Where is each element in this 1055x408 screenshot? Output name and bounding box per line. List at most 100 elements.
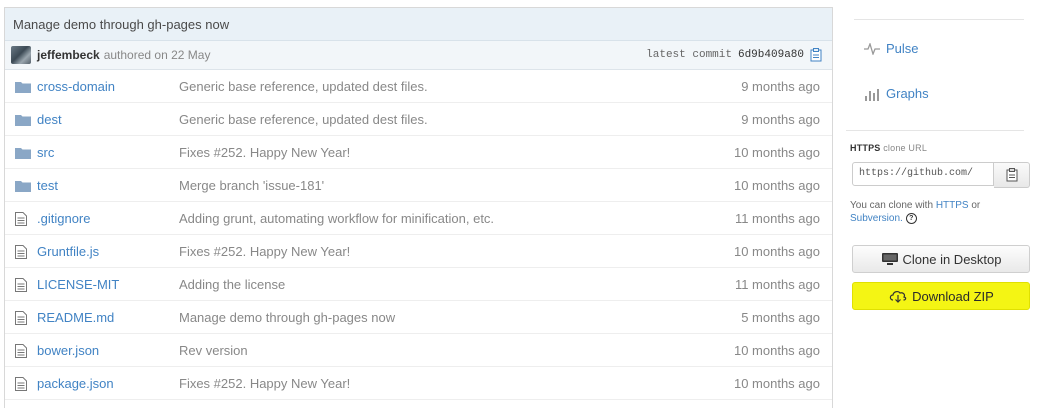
file-age: 5 months ago [680,300,832,334]
file-name-link[interactable]: src [37,145,54,160]
commit-message-cell[interactable]: Adding grunt, automating workflow for mi… [179,201,680,235]
table-row: test Merge branch 'issue-181' 10 months ag… [5,168,832,202]
commit-message-cell[interactable]: Fixes #252. Happy New Year! [179,135,680,169]
file-name[interactable]: LICENSE-MIT [37,267,179,301]
file-name-link[interactable]: .gitignore [37,211,90,226]
file-name[interactable]: bower.json [37,333,179,367]
clone-label-text: clone URL [883,143,928,153]
download-zip-label: Download ZIP [912,288,994,304]
commit-message-cell[interactable]: Fixes #252. Happy New Year! [179,366,680,400]
https-link[interactable]: HTTPS [936,200,969,211]
file-icon [5,333,37,367]
file-name-link[interactable]: LICENSE-MIT [37,277,119,292]
file-age-text: 10 months ago [733,342,820,358]
file-name-link[interactable]: bower.json [37,343,99,358]
file-name-link[interactable]: test [37,178,58,193]
file-age-text: 10 months ago [733,243,820,259]
file-icon [5,201,37,235]
file-commit-message[interactable]: Adding grunt, automating workflow for mi… [179,211,494,226]
commit-message-cell[interactable]: Rev version [179,333,680,367]
help-or: or [971,200,981,211]
clone-in-desktop-button[interactable]: Clone in Desktop [852,245,1030,273]
table-row: dest Generic base reference, updated dest… [5,102,832,136]
clipboard-icon[interactable] [810,48,822,62]
help-prefix: You can clone with [850,200,934,211]
file-name-link[interactable]: package.json [37,376,114,391]
file-age-text: 10 months ago [733,177,820,193]
commit-message-cell[interactable]: Fixes #252. Happy New Year! [179,234,680,268]
file-age-text: 9 months ago [741,111,820,127]
commit-message-cell[interactable]: Generic base reference, updated dest fil… [179,70,680,103]
sidebar-item-label: Pulse [886,41,919,56]
file-name[interactable]: .gitignore [37,201,179,235]
pulse-icon [864,42,880,55]
clone-help-text: You can clone with HTTPS or Subversion.? [850,199,1030,225]
folder-icon [5,168,37,202]
table-row: Gruntfile.js Fixes #252. Happy New Year! 1… [5,234,832,268]
file-name[interactable]: Gruntfile.js [37,234,179,268]
commit-message-cell[interactable]: Generic base reference, updated dest fil… [179,102,680,136]
file-age-text: 9 months ago [741,78,820,94]
file-age-text: 10 months ago [733,375,820,391]
file-name[interactable]: test [37,168,179,202]
folder-icon [5,102,37,136]
file-commit-message[interactable]: Generic base reference, updated dest fil… [179,79,428,94]
file-commit-message[interactable]: Manage demo through gh-pages now [179,310,395,325]
file-icon [5,267,37,301]
copy-clone-url-button[interactable] [994,162,1030,188]
file-commit-message[interactable]: Fixes #252. Happy New Year! [179,376,350,391]
desktop-icon [881,253,898,265]
commit-message-cell[interactable]: Merge branch 'issue-181' [179,168,680,202]
cloud-download-icon [889,291,907,303]
file-commit-message[interactable]: Rev version [179,343,248,358]
file-table: cross-domain Generic base reference, upda… [5,70,832,400]
file-name[interactable]: package.json [37,366,179,400]
commit-meta: jeffembeck authored on 22 May latest com… [5,41,832,70]
commit-sha[interactable]: 6d9b409a80 [738,49,804,61]
divider [854,19,1024,20]
file-name-link[interactable]: cross-domain [37,79,115,94]
commit-message[interactable]: Manage demo through gh-pages now [5,8,832,41]
latest-commit-label: latest commit [646,49,732,61]
file-age: 9 months ago [680,102,832,136]
download-zip-button[interactable]: Download ZIP [852,282,1030,310]
file-icon [5,300,37,334]
table-row: cross-domain Generic base reference, upda… [5,70,832,103]
file-icon [5,234,37,268]
file-name-link[interactable]: README.md [37,310,114,325]
file-commit-message[interactable]: Merge branch 'issue-181' [179,178,324,193]
commit-author[interactable]: jeffembeck [37,48,100,62]
table-row: .gitignore Adding grunt, automating workf… [5,201,832,235]
table-row: src Fixes #252. Happy New Year! 10 months … [5,135,832,169]
file-age: 10 months ago [680,135,832,169]
file-commit-message[interactable]: Fixes #252. Happy New Year! [179,244,350,259]
avatar[interactable] [11,46,31,64]
commit-message-cell[interactable]: Adding the license [179,267,680,301]
clone-url-label: HTTPS clone URL [850,143,927,153]
file-icon [5,366,37,400]
file-name-link[interactable]: dest [37,112,62,127]
table-row: bower.json Rev version 10 months ago [5,333,832,367]
latest-commit: latest commit 6d9b409a80 [646,48,822,62]
sidebar-item-graphs[interactable]: Graphs [864,86,929,101]
file-age-text: 11 months ago [734,276,820,292]
commit-message-cell[interactable]: Manage demo through gh-pages now [179,300,680,334]
file-commit-message[interactable]: Adding the license [179,277,285,292]
file-name[interactable]: cross-domain [37,70,179,103]
file-age: 10 months ago [680,366,832,400]
file-commit-message[interactable]: Generic base reference, updated dest fil… [179,112,428,127]
file-commit-message[interactable]: Fixes #252. Happy New Year! [179,145,350,160]
repo-sidebar: Pulse Graphs HTTPS clone URL You can clo… [846,0,1055,407]
table-row: README.md Manage demo through gh-pages no… [5,300,832,334]
file-name-link[interactable]: Gruntfile.js [37,244,99,259]
file-name[interactable]: README.md [37,300,179,334]
file-name[interactable]: src [37,135,179,169]
sidebar-item-pulse[interactable]: Pulse [864,41,919,56]
subversion-link[interactable]: Subversion. [850,213,903,224]
clone-url-input[interactable] [852,162,994,186]
file-age: 10 months ago [680,168,832,202]
commit-message-text[interactable]: Manage demo through gh-pages now [13,17,229,32]
question-icon[interactable]: ? [905,212,917,224]
file-name[interactable]: dest [37,102,179,136]
file-age: 10 months ago [680,333,832,367]
